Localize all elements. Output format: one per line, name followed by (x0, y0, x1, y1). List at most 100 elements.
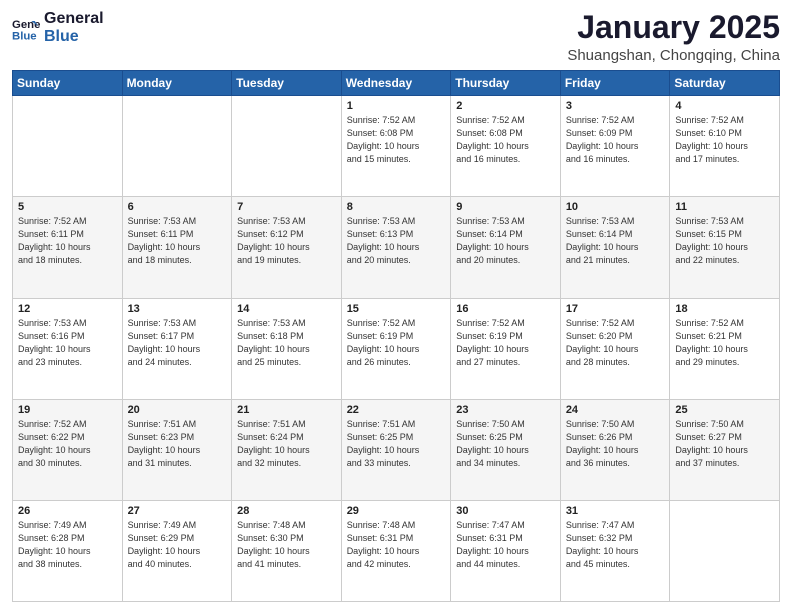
calendar-subtitle: Shuangshan, Chongqing, China (567, 47, 780, 64)
day-info: Sunrise: 7:53 AM Sunset: 6:11 PM Dayligh… (128, 215, 227, 267)
calendar-cell: 30 Sunrise: 7:47 AM Sunset: 6:31 PM Dayli… (451, 500, 561, 601)
day-header-wednesday: Wednesday (341, 71, 451, 96)
day-info: Sunrise: 7:52 AM Sunset: 6:20 PM Dayligh… (566, 317, 665, 369)
day-info: Sunrise: 7:52 AM Sunset: 6:09 PM Dayligh… (566, 114, 665, 166)
calendar-cell: 7 Sunrise: 7:53 AM Sunset: 6:12 PM Daylig… (232, 197, 342, 298)
day-info: Sunrise: 7:53 AM Sunset: 6:13 PM Dayligh… (347, 215, 446, 267)
day-number: 31 (566, 505, 665, 517)
day-header-tuesday: Tuesday (232, 71, 342, 96)
day-info: Sunrise: 7:50 AM Sunset: 6:25 PM Dayligh… (456, 418, 555, 470)
calendar-cell: 26 Sunrise: 7:49 AM Sunset: 6:28 PM Dayli… (13, 500, 123, 601)
calendar-cell: 10 Sunrise: 7:53 AM Sunset: 6:14 PM Dayli… (560, 197, 670, 298)
day-info: Sunrise: 7:52 AM Sunset: 6:11 PM Dayligh… (18, 215, 117, 267)
calendar-cell: 22 Sunrise: 7:51 AM Sunset: 6:25 PM Dayli… (341, 399, 451, 500)
day-info: Sunrise: 7:53 AM Sunset: 6:17 PM Dayligh… (128, 317, 227, 369)
day-number: 7 (237, 201, 336, 213)
calendar-cell: 24Sunrise: 7:50 AM Sunset: 6:26 PM Dayli… (560, 399, 670, 500)
day-info: Sunrise: 7:50 AM Sunset: 6:26 PM Dayligh… (566, 418, 665, 470)
day-header-sunday: Sunday (13, 71, 123, 96)
day-info: Sunrise: 7:48 AM Sunset: 6:30 PM Dayligh… (237, 519, 336, 571)
day-number: 11 (675, 201, 774, 213)
day-number: 26 (18, 505, 117, 517)
calendar-cell: 2Sunrise: 7:52 AM Sunset: 6:08 PM Daylig… (451, 96, 561, 197)
title-block: January 2025 Shuangshan, Chongqing, Chin… (567, 10, 780, 64)
calendar-cell: 27 Sunrise: 7:49 AM Sunset: 6:29 PM Dayli… (122, 500, 232, 601)
calendar-cell: 12 Sunrise: 7:53 AM Sunset: 6:16 PM Dayli… (13, 298, 123, 399)
calendar-cell: 17 Sunrise: 7:52 AM Sunset: 6:20 PM Dayli… (560, 298, 670, 399)
logo-blue: Blue (44, 28, 104, 46)
week-row-1: 1 Sunrise: 7:52 AM Sunset: 6:08 PM Daylig… (13, 96, 780, 197)
day-number: 13 (128, 303, 227, 315)
day-info: Sunrise: 7:49 AM Sunset: 6:29 PM Dayligh… (128, 519, 227, 571)
day-info: Sunrise: 7:53 AM Sunset: 6:15 PM Dayligh… (675, 215, 774, 267)
calendar-cell: 21Sunrise: 7:51 AM Sunset: 6:24 PM Dayli… (232, 399, 342, 500)
day-number: 21 (237, 404, 336, 416)
day-number: 12 (18, 303, 117, 315)
calendar-cell: 14Sunrise: 7:53 AM Sunset: 6:18 PM Dayli… (232, 298, 342, 399)
day-number: 1 (347, 100, 446, 112)
calendar-cell: 9 Sunrise: 7:53 AM Sunset: 6:14 PM Daylig… (451, 197, 561, 298)
calendar-cell: 16Sunrise: 7:52 AM Sunset: 6:19 PM Dayli… (451, 298, 561, 399)
day-number: 28 (237, 505, 336, 517)
day-info: Sunrise: 7:47 AM Sunset: 6:32 PM Dayligh… (566, 519, 665, 571)
week-row-3: 12 Sunrise: 7:53 AM Sunset: 6:16 PM Dayli… (13, 298, 780, 399)
day-number: 2 (456, 100, 555, 112)
day-info: Sunrise: 7:53 AM Sunset: 6:12 PM Dayligh… (237, 215, 336, 267)
calendar-cell: 25Sunrise: 7:50 AM Sunset: 6:27 PM Dayli… (670, 399, 780, 500)
day-info: Sunrise: 7:52 AM Sunset: 6:08 PM Dayligh… (347, 114, 446, 166)
calendar-cell: 31 Sunrise: 7:47 AM Sunset: 6:32 PM Dayli… (560, 500, 670, 601)
day-info: Sunrise: 7:51 AM Sunset: 6:25 PM Dayligh… (347, 418, 446, 470)
day-info: Sunrise: 7:53 AM Sunset: 6:16 PM Dayligh… (18, 317, 117, 369)
day-info: Sunrise: 7:51 AM Sunset: 6:23 PM Dayligh… (128, 418, 227, 470)
calendar-cell (232, 96, 342, 197)
day-info: Sunrise: 7:52 AM Sunset: 6:10 PM Dayligh… (675, 114, 774, 166)
day-info: Sunrise: 7:53 AM Sunset: 6:14 PM Dayligh… (456, 215, 555, 267)
day-info: Sunrise: 7:47 AM Sunset: 6:31 PM Dayligh… (456, 519, 555, 571)
calendar-cell: 1 Sunrise: 7:52 AM Sunset: 6:08 PM Daylig… (341, 96, 451, 197)
day-number: 15 (347, 303, 446, 315)
logo: General Blue General Blue (12, 10, 104, 47)
week-row-2: 5 Sunrise: 7:52 AM Sunset: 6:11 PM Daylig… (13, 197, 780, 298)
day-header-saturday: Saturday (670, 71, 780, 96)
calendar-cell: 23 Sunrise: 7:50 AM Sunset: 6:25 PM Dayli… (451, 399, 561, 500)
calendar-cell: 13 Sunrise: 7:53 AM Sunset: 6:17 PM Dayli… (122, 298, 232, 399)
day-number: 9 (456, 201, 555, 213)
day-header-thursday: Thursday (451, 71, 561, 96)
day-info: Sunrise: 7:48 AM Sunset: 6:31 PM Dayligh… (347, 519, 446, 571)
day-info: Sunrise: 7:50 AM Sunset: 6:27 PM Dayligh… (675, 418, 774, 470)
day-number: 5 (18, 201, 117, 213)
calendar-cell: 5 Sunrise: 7:52 AM Sunset: 6:11 PM Daylig… (13, 197, 123, 298)
day-number: 18 (675, 303, 774, 315)
day-info: Sunrise: 7:52 AM Sunset: 6:21 PM Dayligh… (675, 317, 774, 369)
day-number: 6 (128, 201, 227, 213)
day-number: 29 (347, 505, 446, 517)
day-number: 17 (566, 303, 665, 315)
day-header-monday: Monday (122, 71, 232, 96)
day-info: Sunrise: 7:52 AM Sunset: 6:19 PM Dayligh… (456, 317, 555, 369)
calendar-cell: 29 Sunrise: 7:48 AM Sunset: 6:31 PM Dayli… (341, 500, 451, 601)
day-info: Sunrise: 7:49 AM Sunset: 6:28 PM Dayligh… (18, 519, 117, 571)
svg-text:General: General (12, 19, 40, 31)
day-info: Sunrise: 7:52 AM Sunset: 6:22 PM Dayligh… (18, 418, 117, 470)
calendar-cell: 6 Sunrise: 7:53 AM Sunset: 6:11 PM Daylig… (122, 197, 232, 298)
calendar-cell: 15 Sunrise: 7:52 AM Sunset: 6:19 PM Dayli… (341, 298, 451, 399)
calendar-cell: 3Sunrise: 7:52 AM Sunset: 6:09 PM Daylig… (560, 96, 670, 197)
day-number: 22 (347, 404, 446, 416)
calendar-cell: 8Sunrise: 7:53 AM Sunset: 6:13 PM Daylig… (341, 197, 451, 298)
calendar-table: SundayMondayTuesdayWednesdayThursdayFrid… (12, 70, 780, 602)
svg-text:Blue: Blue (12, 31, 37, 43)
day-info: Sunrise: 7:52 AM Sunset: 6:19 PM Dayligh… (347, 317, 446, 369)
day-number: 30 (456, 505, 555, 517)
day-number: 20 (128, 404, 227, 416)
days-header-row: SundayMondayTuesdayWednesdayThursdayFrid… (13, 71, 780, 96)
calendar-cell (122, 96, 232, 197)
calendar-page: General Blue General Blue January 2025 S… (0, 0, 792, 612)
calendar-cell (670, 500, 780, 601)
day-number: 23 (456, 404, 555, 416)
calendar-cell: 4Sunrise: 7:52 AM Sunset: 6:10 PM Daylig… (670, 96, 780, 197)
logo-general: General (44, 10, 104, 28)
day-number: 27 (128, 505, 227, 517)
day-info: Sunrise: 7:53 AM Sunset: 6:14 PM Dayligh… (566, 215, 665, 267)
day-number: 10 (566, 201, 665, 213)
week-row-5: 26 Sunrise: 7:49 AM Sunset: 6:28 PM Dayli… (13, 500, 780, 601)
